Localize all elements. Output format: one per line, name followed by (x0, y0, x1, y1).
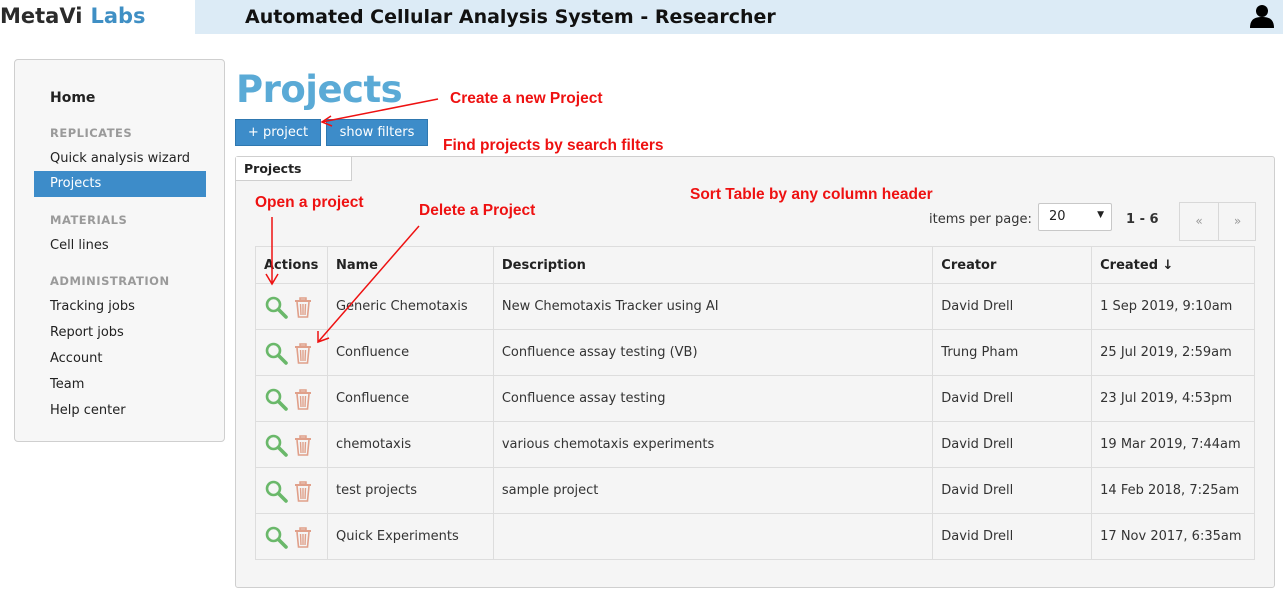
table-row[interactable]: test projects sample project David Drell 14… (255, 467, 1255, 514)
project-name-cell: Confluence (326, 375, 494, 422)
brand-name-part1: MetaVi (0, 4, 83, 28)
actions-cell (255, 329, 328, 376)
sidebar-item-tracking-jobs[interactable]: Tracking jobs (50, 299, 135, 314)
annotation-sort-table: Sort Table by any column header (690, 186, 933, 203)
sidebar-section-materials: MATERIALS (50, 213, 128, 227)
open-project-icon[interactable] (264, 433, 288, 457)
sidebar-section-replicates: REPLICATES (50, 126, 133, 140)
items-per-page-select[interactable]: 20 ▼ (1038, 203, 1112, 231)
project-description-cell: sample project (492, 467, 934, 514)
actions-cell (255, 513, 328, 560)
items-per-page-value: 20 (1049, 209, 1066, 224)
user-icon[interactable] (1249, 4, 1275, 28)
project-creator-cell: Trung Pham (932, 329, 1093, 376)
sidebar-item-report-jobs[interactable]: Report jobs (50, 325, 124, 340)
chevron-down-icon: ▼ (1097, 210, 1104, 220)
column-header-description[interactable]: Description (492, 246, 934, 284)
project-creator-cell: David Drell (932, 467, 1093, 514)
project-creator-cell: David Drell (932, 513, 1093, 560)
delete-project-icon[interactable] (294, 526, 312, 548)
sidebar-item-help-center[interactable]: Help center (50, 403, 126, 418)
delete-project-icon[interactable] (294, 434, 312, 456)
project-created-cell: 14 Feb 2018, 7:25am (1091, 467, 1255, 514)
actions-cell (255, 283, 328, 330)
project-description-cell: Confluence assay testing (492, 375, 934, 422)
project-created-cell: 17 Nov 2017, 6:35am (1091, 513, 1255, 560)
project-name-cell: Quick Experiments (326, 513, 494, 560)
annotation-delete-project: Delete a Project (419, 202, 536, 219)
delete-project-icon[interactable] (294, 296, 312, 318)
open-project-icon[interactable] (264, 525, 288, 549)
project-name-cell: test projects (326, 467, 494, 514)
sidebar-item-team[interactable]: Team (50, 377, 84, 392)
project-description-cell: New Chemotaxis Tracker using AI (492, 283, 934, 330)
sidebar-item-cell-lines[interactable]: Cell lines (50, 238, 109, 253)
column-header-name[interactable]: Name (326, 246, 494, 284)
project-creator-cell: David Drell (932, 421, 1093, 468)
open-project-icon[interactable] (264, 295, 288, 319)
next-page-button[interactable]: » (1218, 203, 1256, 240)
brand-logo[interactable]: MetaVi Labs (0, 4, 146, 34)
brand-name-part2: Labs (90, 4, 146, 28)
table-row[interactable]: Quick Experiments David Drell 17 Nov 2017,… (255, 513, 1255, 560)
open-project-icon[interactable] (264, 479, 288, 503)
actions-cell (255, 421, 328, 468)
sidebar-item-label: Projects (50, 176, 102, 191)
header-bar: Automated Cellular Analysis System - Res… (195, 0, 1283, 34)
annotation-search-filters: Find projects by search filters (443, 137, 664, 154)
sidebar-section-administration: ADMINISTRATION (50, 274, 170, 288)
actions-cell (255, 375, 328, 422)
sidebar-item-projects[interactable]: Projects (34, 171, 206, 197)
projects-table: Actions Name Description Creator Created… (255, 246, 1255, 560)
project-created-cell: 23 Jul 2019, 4:53pm (1091, 375, 1255, 422)
sidebar-item-home[interactable]: Home (50, 90, 95, 106)
annotation-create-project: Create a new Project (450, 90, 603, 107)
pagination-range: 1 - 6 (1126, 212, 1159, 227)
table-row[interactable]: chemotaxis various chemotaxis experiments… (255, 421, 1255, 468)
project-created-cell: 19 Mar 2019, 7:44am (1091, 421, 1255, 468)
project-creator-cell: David Drell (932, 283, 1093, 330)
project-created-cell: 1 Sep 2019, 9:10am (1091, 283, 1255, 330)
sidebar: Home REPLICATES Quick analysis wizard Pr… (14, 59, 225, 442)
table-row[interactable]: Generic Chemotaxis New Chemotaxis Tracker… (255, 283, 1255, 330)
app-title: Automated Cellular Analysis System - Res… (245, 6, 776, 28)
project-name-cell: Generic Chemotaxis (326, 283, 494, 330)
delete-project-icon[interactable] (294, 342, 312, 364)
table-row[interactable]: Confluence Confluence assay testing (VB) T… (255, 329, 1255, 376)
project-name-cell: chemotaxis (326, 421, 494, 468)
open-project-icon[interactable] (264, 341, 288, 365)
table-row[interactable]: Confluence Confluence assay testing David … (255, 375, 1255, 422)
delete-project-icon[interactable] (294, 388, 312, 410)
project-description-cell (492, 513, 934, 560)
project-name-cell: Confluence (326, 329, 494, 376)
project-created-cell: 25 Jul 2019, 2:59am (1091, 329, 1255, 376)
sidebar-item-account[interactable]: Account (50, 351, 103, 366)
tab-projects[interactable]: Projects (236, 157, 352, 181)
table-header-row: Actions Name Description Creator Created… (255, 246, 1255, 284)
pagination: « » (1179, 202, 1256, 241)
project-creator-cell: David Drell (932, 375, 1093, 422)
column-header-creator[interactable]: Creator (932, 246, 1093, 284)
page-title: Projects (236, 68, 403, 111)
column-header-created[interactable]: Created ↓ (1091, 246, 1255, 284)
open-project-icon[interactable] (264, 387, 288, 411)
items-per-page-label: items per page: (929, 212, 1032, 227)
annotation-open-project: Open a project (255, 194, 364, 211)
show-filters-button[interactable]: show filters (326, 119, 428, 146)
delete-project-icon[interactable] (294, 480, 312, 502)
sidebar-item-quick-analysis-wizard[interactable]: Quick analysis wizard (50, 151, 190, 166)
add-project-button[interactable]: + project (235, 119, 321, 146)
project-description-cell: Confluence assay testing (VB) (492, 329, 934, 376)
prev-page-button[interactable]: « (1180, 203, 1218, 240)
project-description-cell: various chemotaxis experiments (492, 421, 934, 468)
actions-cell (255, 467, 328, 514)
column-header-actions[interactable]: Actions (255, 246, 328, 284)
